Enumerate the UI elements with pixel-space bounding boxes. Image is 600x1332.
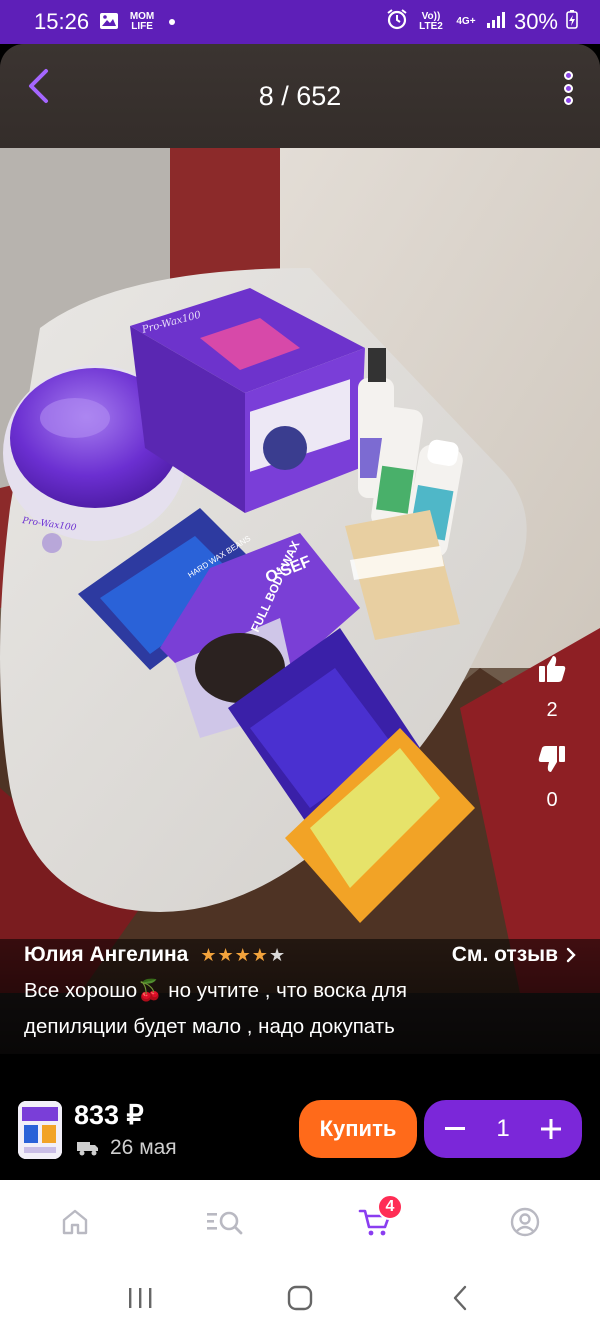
nav-catalog[interactable] (195, 1192, 255, 1252)
delivery-info: 26 мая (76, 1136, 177, 1160)
home-button[interactable] (275, 1273, 325, 1323)
minus-icon (445, 1127, 465, 1130)
nav-cart[interactable]: 4 (345, 1192, 405, 1252)
star-icon: ★ (217, 944, 235, 965)
gallery-icon (99, 12, 119, 33)
more-dot-icon (563, 96, 573, 105)
star-empty-icon: ★ (268, 944, 287, 965)
star-icon: ★ (251, 944, 269, 965)
more-dot-icon (563, 71, 573, 80)
decrease-quantity-button[interactable] (438, 1112, 472, 1146)
home-icon (62, 1209, 88, 1235)
profile-icon (510, 1207, 540, 1237)
product-price: 833 ₽ (74, 1100, 144, 1130)
status-bar: 15:26 MOM LIFE Vo)) LTE2 4G+ 30% (0, 0, 600, 44)
dislike-control: 0 (522, 744, 582, 812)
quantity-value: 1 (496, 1115, 510, 1142)
like-count: 2 (546, 699, 558, 721)
nav-home[interactable] (45, 1192, 105, 1252)
volte-label: Vo)) LTE2 (419, 11, 443, 32)
review-author: Юлия Ангелина (24, 943, 189, 966)
see-review-label: См. отзыв (451, 943, 558, 966)
more-dot-icon (563, 83, 573, 93)
delivery-truck-icon (77, 1142, 98, 1156)
dislike-count: 0 (546, 789, 558, 811)
thumbs-down-button[interactable] (537, 744, 567, 779)
product-thumbnail[interactable] (18, 1101, 62, 1159)
review-text-line: депиляции будет мало , надо докупать (24, 1015, 395, 1038)
notification-dot-icon (169, 19, 176, 25)
catalog-search-icon (207, 1211, 243, 1235)
back-arrow-icon (453, 1285, 467, 1311)
photo-viewer: O'SEF FULL BODY WAX HARD WAX BEANS Pro-W… (0, 44, 600, 1054)
see-review-link[interactable]: См. отзыв (452, 943, 576, 967)
viewer-header: 8 / 652 (0, 44, 600, 148)
cart-badge: 4 (377, 1194, 403, 1220)
quantity-stepper: 1 (424, 1100, 582, 1158)
bottom-navigation: 4 (0, 1180, 600, 1264)
thumbs-down-icon (538, 746, 565, 772)
buy-button[interactable]: Купить (299, 1100, 417, 1158)
recent-apps-button[interactable] (115, 1273, 165, 1323)
back-button[interactable] (18, 66, 58, 106)
chevron-left-icon (29, 69, 48, 103)
purchase-bar: 833 ₽ 26 мая Купить 1 (0, 1054, 600, 1180)
increase-quantity-button[interactable] (534, 1112, 568, 1146)
more-options-button[interactable] (556, 68, 580, 108)
system-navigation (0, 1264, 600, 1332)
rating-stars: ★★★★★ (200, 945, 286, 966)
like-control: 2 (522, 654, 582, 722)
recent-apps-icon (129, 1288, 152, 1308)
chevron-right-icon (566, 947, 576, 963)
star-icon: ★ (234, 944, 252, 965)
review-photo[interactable]: O'SEF FULL BODY WAX HARD WAX BEANS Pro-W… (0, 148, 600, 993)
thumbs-up-icon (539, 656, 566, 682)
plus-icon (540, 1119, 561, 1139)
thumbs-up-button[interactable] (537, 654, 567, 689)
home-circle-icon (287, 1285, 313, 1311)
delivery-date: 26 мая (110, 1136, 177, 1159)
photo-counter: 8 / 652 (258, 80, 342, 111)
nav-profile[interactable] (495, 1192, 555, 1252)
review-text: Все хорошо🍒 но учтите , что воска для де… (24, 973, 576, 1045)
system-back-button[interactable] (435, 1273, 485, 1323)
star-icon: ★ (200, 944, 218, 965)
battery-charging-icon (566, 9, 578, 35)
review-panel: Юлия Ангелина ★★★★★ См. отзыв Все хорошо… (0, 939, 600, 1054)
signal-icon (486, 9, 506, 35)
alarm-icon (386, 8, 408, 36)
momlife-app-icon: MOM LIFE (129, 11, 155, 32)
battery-percent: 30% (513, 9, 558, 34)
status-time: 15:26 (34, 9, 90, 34)
network-type-label: 4G+ (456, 16, 476, 27)
review-text-line: Все хорошо🍒 но учтите , что воска для (24, 979, 407, 1002)
